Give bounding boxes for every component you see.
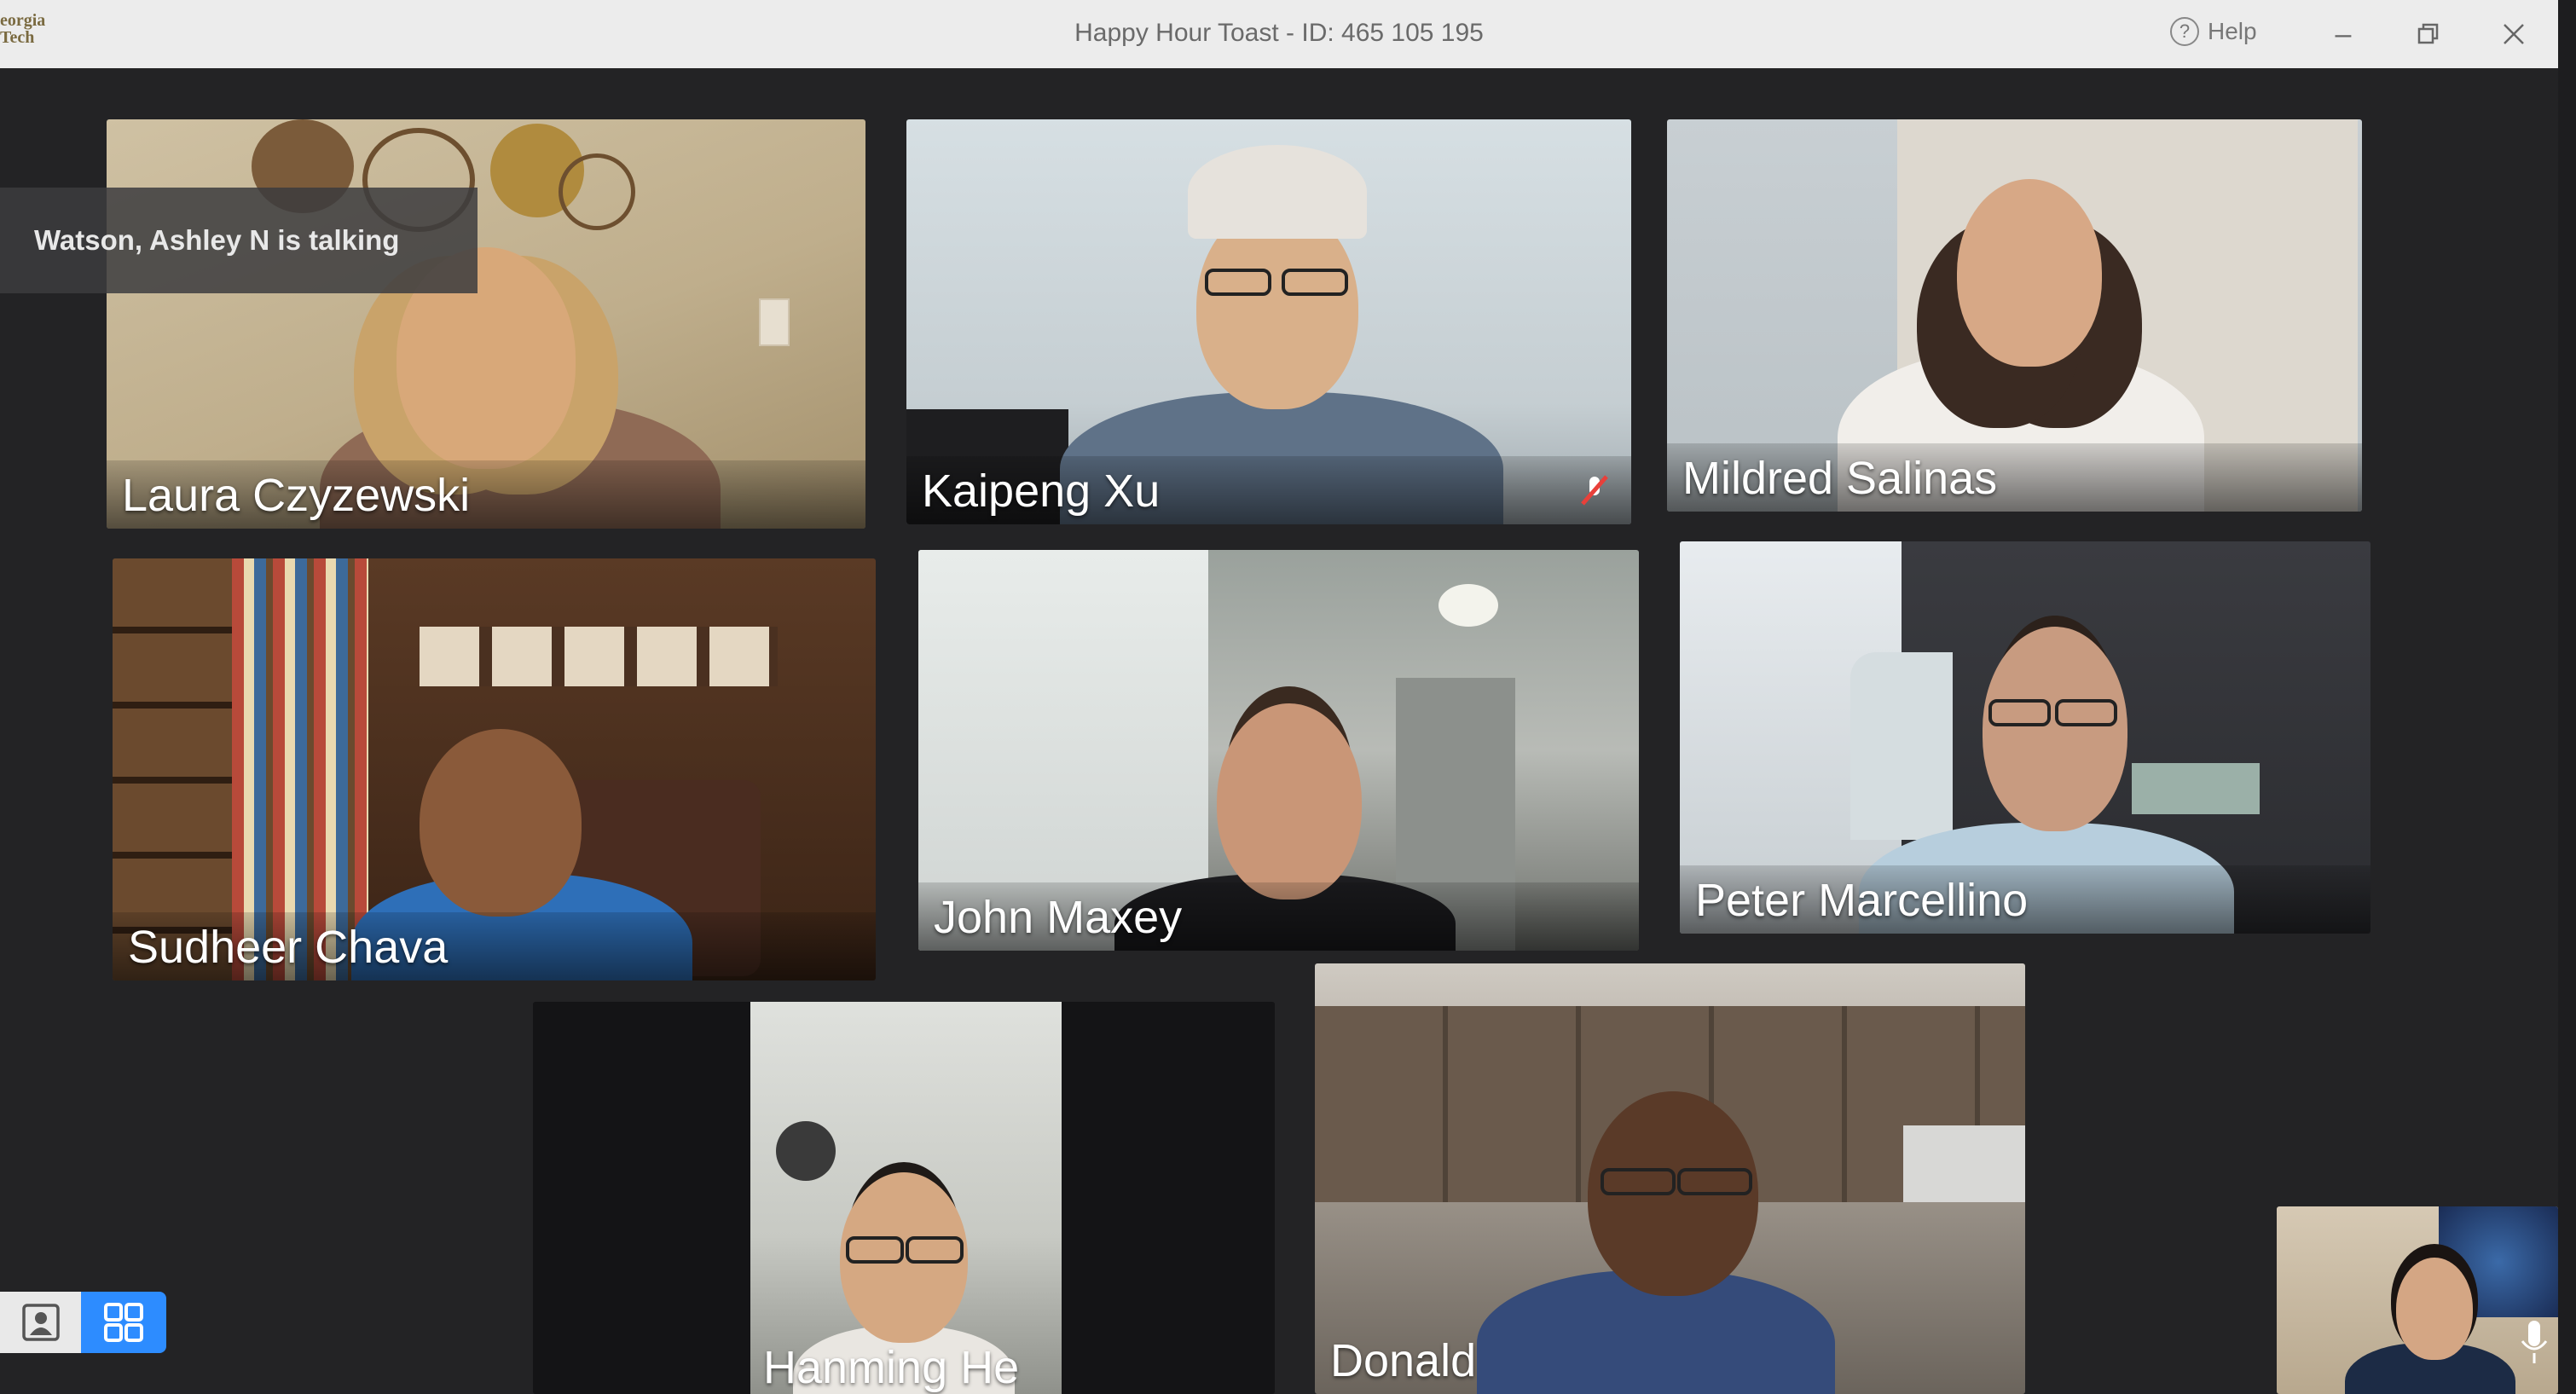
participant-name: Kaipeng Xu — [922, 466, 1161, 517]
speaker-view-icon — [21, 1304, 60, 1341]
muted-mic-icon — [1581, 475, 1608, 506]
video-feed — [533, 1002, 1275, 1394]
active-speaker-banner: Watson, Ashley N is talking — [0, 188, 478, 293]
gallery-view-button[interactable] — [81, 1292, 166, 1353]
microwave — [1903, 1125, 2025, 1202]
participant-tile[interactable]: Donald — [1315, 963, 2025, 1394]
participant-tile[interactable]: Laura Czyzewski — [107, 119, 865, 529]
video-feed — [1315, 963, 2025, 1394]
participant-name: Sudheer Chava — [128, 922, 449, 973]
participant-tile[interactable]: John Maxey — [918, 550, 1639, 951]
restore-icon — [2417, 23, 2439, 44]
close-button[interactable] — [2488, 12, 2539, 56]
speaker-view-button[interactable] — [0, 1292, 81, 1353]
participant-name: Mildred Salinas — [1682, 453, 1998, 504]
participant-tile[interactable]: Kaipeng Xu — [906, 119, 1631, 524]
participant-name: Hanming He — [763, 1342, 1020, 1393]
video-frame — [750, 1002, 1062, 1394]
participant-name: Peter Marcellino — [1695, 875, 2029, 926]
participant-tile[interactable]: Mildred Salinas — [1667, 119, 2362, 512]
help-label: Help — [2208, 18, 2257, 44]
light-switch — [759, 298, 790, 346]
restore-button[interactable] — [2403, 12, 2454, 56]
minimize-button[interactable]: – — [2318, 12, 2369, 56]
gallery-view-icon — [104, 1303, 143, 1342]
gallery-stage: Laura Czyzewski Kaipeng Xu Mildred Salin… — [0, 68, 2558, 1394]
title-bar: eorgia Tech Happy Hour Toast - ID: 465 1… — [0, 0, 2558, 69]
rear-window — [2132, 763, 2260, 814]
self-view-tile[interactable] — [2277, 1206, 2558, 1394]
view-switcher — [0, 1292, 166, 1353]
microphone-icon — [2521, 1321, 2548, 1363]
participant-name: John Maxey — [934, 892, 1183, 943]
pendant-light — [776, 1121, 836, 1181]
help-button[interactable]: ? Help — [2170, 17, 2257, 46]
close-icon — [2504, 24, 2524, 44]
participant-name: Donald — [1330, 1335, 1477, 1386]
help-icon: ? — [2170, 17, 2199, 46]
video-feed — [2277, 1206, 2558, 1394]
minimize-icon: – — [2335, 17, 2352, 50]
ceiling-fan — [1439, 584, 1498, 627]
participant-tile[interactable]: Sudheer Chava — [113, 558, 876, 980]
cap — [1188, 145, 1367, 239]
participant-name: Laura Czyzewski — [122, 470, 471, 521]
participant-tile[interactable]: Peter Marcellino — [1680, 541, 2370, 934]
car-window — [1850, 652, 1953, 840]
photo-frames — [420, 627, 778, 686]
participant-tile[interactable]: Hanming He — [533, 1002, 1275, 1394]
